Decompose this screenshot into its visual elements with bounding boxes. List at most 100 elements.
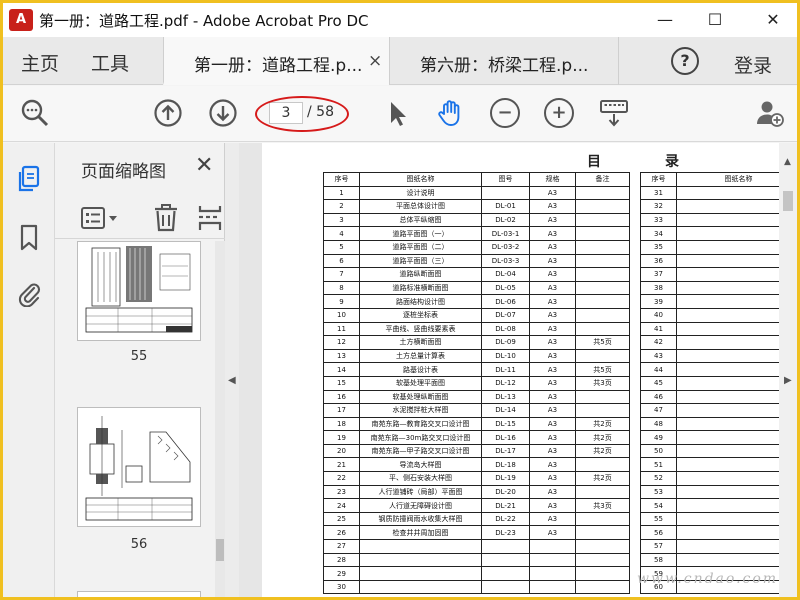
thumbnail-page-57[interactable] bbox=[77, 591, 201, 597]
delete-icon[interactable] bbox=[153, 204, 179, 232]
toc-cell-seq: 21 bbox=[323, 457, 360, 473]
keyboard-download-icon[interactable] bbox=[599, 98, 629, 128]
collapse-right-icon[interactable]: ▶ bbox=[784, 375, 792, 386]
zoom-out-icon[interactable]: − bbox=[490, 98, 520, 128]
toc-heading-left: 目 bbox=[587, 154, 601, 170]
toc-right-row: 44 bbox=[640, 362, 779, 377]
extract-pages-icon[interactable] bbox=[197, 204, 223, 232]
add-user-icon[interactable] bbox=[755, 98, 785, 128]
close-panel-icon[interactable]: ✕ bbox=[195, 153, 213, 178]
collapse-left-icon[interactable]: ◀ bbox=[228, 375, 236, 386]
toc-row: 7 道路纵断面图 DL-04 A3 bbox=[323, 267, 630, 282]
bookmark-icon[interactable] bbox=[17, 223, 41, 251]
toc-cell-remark bbox=[575, 525, 630, 541]
toc-cell-seq: 1 bbox=[323, 185, 360, 201]
left-rail bbox=[3, 143, 55, 597]
document-scrollbar[interactable]: ▲ ▶ bbox=[779, 143, 797, 597]
toc-cell-remark bbox=[575, 348, 630, 364]
tab-document-road[interactable]: 第一册：道路工程.p... × bbox=[163, 37, 389, 85]
toc-cell-size: A3 bbox=[529, 307, 576, 323]
toc-row: 15 软基处理平面图 DL-12 A3 共3页 bbox=[323, 375, 630, 391]
toc-right-cell-seq: 35 bbox=[640, 239, 677, 255]
toc-right-cell-seq: 47 bbox=[640, 403, 677, 418]
toc-cell-remark: 共5页 bbox=[575, 362, 630, 377]
login-button[interactable]: 登录 bbox=[734, 51, 772, 78]
toc-row: 3 总体平纵缩图 DL-02 A3 bbox=[323, 212, 630, 228]
toc-right-cell-name bbox=[676, 253, 779, 269]
previous-page-icon[interactable] bbox=[153, 98, 183, 128]
toc-right-cell-name bbox=[676, 280, 779, 296]
toc-cell-seq: 13 bbox=[323, 348, 360, 364]
header-drawing-no: 图号 bbox=[481, 172, 530, 187]
window-title: 第一册：道路工程.pdf - Adobe Acrobat Pro DC bbox=[39, 12, 369, 30]
acrobat-window: A 第一册：道路工程.pdf - Adobe Acrobat Pro DC — … bbox=[3, 3, 797, 597]
tab-tools[interactable]: 工具 bbox=[91, 49, 129, 76]
minimize-button[interactable]: — bbox=[643, 5, 687, 35]
toc-cell-name: 设计说明 bbox=[359, 185, 482, 201]
toc-cell-drawing-no: DL-03-2 bbox=[481, 239, 530, 255]
toc-cell-size bbox=[529, 566, 576, 581]
toc-cell-size: A3 bbox=[529, 199, 576, 214]
toc-cell-remark bbox=[575, 307, 630, 323]
toc-cell-name: 平曲线、竖曲线要素表 bbox=[359, 321, 482, 337]
toc-row: 2 平面总体设计图 DL-01 A3 bbox=[323, 199, 630, 214]
toc-cell-drawing-no: DL-23 bbox=[481, 525, 530, 541]
select-cursor-icon[interactable] bbox=[383, 98, 413, 128]
toc-cell-name: 路面结构设计图 bbox=[359, 294, 482, 309]
toc-row: 12 土方横断面图 DL-09 A3 共5页 bbox=[323, 335, 630, 350]
toc-right-row: 31 bbox=[640, 185, 779, 201]
toc-row: 8 道路标准横断面图 DL-05 A3 bbox=[323, 280, 630, 296]
close-tab-icon[interactable]: × bbox=[368, 51, 382, 71]
document-scroll-thumb[interactable] bbox=[783, 191, 793, 211]
toc-row: 26 检查井井周加固图 DL-23 A3 bbox=[323, 525, 630, 541]
toc-cell-seq: 8 bbox=[323, 280, 360, 296]
next-page-icon[interactable] bbox=[208, 98, 238, 128]
toc-cell-drawing-no: DL-03-3 bbox=[481, 253, 530, 269]
toc-cell-size: A3 bbox=[529, 253, 576, 269]
toc-right-cell-seq: 32 bbox=[640, 199, 677, 214]
toc-cell-size: A3 bbox=[529, 185, 576, 201]
toc-cell-drawing-no: DL-08 bbox=[481, 321, 530, 337]
thumbnail-scroll-thumb[interactable] bbox=[216, 539, 224, 561]
thumbnail-options-icon[interactable] bbox=[81, 207, 119, 229]
toc-right-row: 53 bbox=[640, 484, 779, 500]
toc-cell-seq: 2 bbox=[323, 199, 360, 214]
toc-cell-drawing-no: DL-04 bbox=[481, 267, 530, 282]
page-thumbnails-icon[interactable] bbox=[17, 165, 41, 193]
pdf-page: 目 录 序号 图纸名称 图号 规格 备注 1 设计说明 A3 2 平面总体设计图 DL-0… bbox=[262, 143, 779, 597]
scroll-up-icon[interactable]: ▲ bbox=[784, 157, 791, 167]
toc-cell-drawing-no bbox=[481, 185, 530, 201]
toc-cell-drawing-no bbox=[481, 552, 530, 568]
toc-right-cell-seq: 31 bbox=[640, 185, 677, 201]
toc-cell-drawing-no: DL-01 bbox=[481, 199, 530, 214]
toc-cell-size: A3 bbox=[529, 321, 576, 337]
close-window-button[interactable]: ✕ bbox=[751, 5, 795, 35]
attachment-icon[interactable] bbox=[17, 279, 41, 307]
hand-tool-icon[interactable] bbox=[435, 98, 465, 128]
toc-cell-size: A3 bbox=[529, 403, 576, 418]
thumbnail-page-55[interactable] bbox=[77, 241, 201, 341]
toc-right-cell-name bbox=[676, 239, 779, 255]
maximize-button[interactable]: ☐ bbox=[693, 5, 737, 35]
toc-right-row: 37 bbox=[640, 267, 779, 282]
left-panel-collapse-handle[interactable]: ◀ bbox=[225, 143, 239, 597]
toc-right-cell-name bbox=[676, 430, 779, 445]
zoom-in-icon[interactable]: + bbox=[544, 98, 574, 128]
toc-cell-name: 道路平面图（一） bbox=[359, 226, 482, 241]
toc-cell-name: 南苑东路—甲子路交叉口设计图 bbox=[359, 443, 482, 459]
search-icon[interactable] bbox=[20, 98, 50, 128]
toc-row: 25 钢质防撞阀雨水收集大样图 DL-22 A3 bbox=[323, 511, 630, 527]
thumbnail-scrollbar[interactable] bbox=[215, 241, 225, 597]
toc-right-row: 43 bbox=[640, 348, 779, 364]
toc-right-row: 52 bbox=[640, 471, 779, 486]
toc-right-row: 57 bbox=[640, 539, 779, 554]
right-header-name: 图纸名称 bbox=[676, 172, 779, 187]
toc-row: 1 设计说明 A3 bbox=[323, 185, 630, 201]
tab-document-bridge[interactable]: 第六册：桥梁工程.p... bbox=[389, 37, 619, 85]
thumbnail-page-56[interactable] bbox=[77, 407, 201, 527]
toc-right-row: 50 bbox=[640, 443, 779, 459]
toc-cell-seq: 11 bbox=[323, 321, 360, 337]
tab-home[interactable]: 主页 bbox=[21, 49, 59, 76]
toc-cell-seq: 22 bbox=[323, 471, 360, 486]
help-icon[interactable]: ? bbox=[671, 47, 699, 75]
